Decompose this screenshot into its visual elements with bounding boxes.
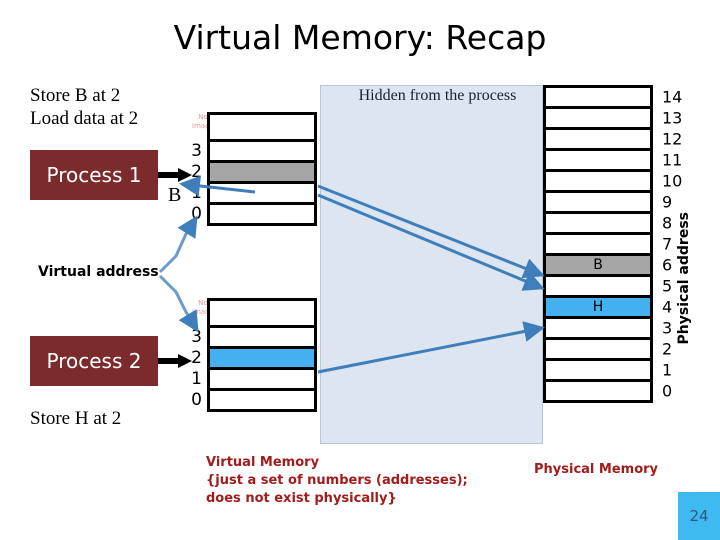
- vm-cell-index: 0: [191, 390, 202, 410]
- pm-cell-index: 4: [662, 297, 673, 317]
- pm-cell-value: B: [593, 257, 603, 273]
- virtual-memory-process-1: 3 2 1 0: [191, 112, 317, 226]
- instruction-load-data: Load data at 2: [30, 108, 139, 129]
- hidden-region-panel: [320, 85, 543, 444]
- instruction-store-b: Store B at 2: [30, 85, 121, 106]
- physical-memory-stack: 14 13 12 11 10 9 8 7 B 6 5 H 4 3 2 1 0: [543, 85, 682, 403]
- page-number-badge: 24: [678, 492, 720, 540]
- pm-cell-index: 1: [662, 360, 673, 380]
- vm-cell: 0: [191, 388, 317, 412]
- pm-cell-index: 9: [662, 192, 673, 212]
- pm-cell-index: 11: [662, 150, 683, 170]
- pm-cell-index: 8: [662, 213, 673, 233]
- process-2-box: Process 2: [30, 336, 158, 386]
- process-2-arrow-icon: [158, 354, 192, 368]
- vm-cell-index: 2: [191, 162, 202, 182]
- pm-cell-index: 5: [662, 276, 673, 296]
- instruction-store-h: Store H at 2: [30, 408, 122, 429]
- vm-cell-index: 0: [191, 204, 202, 224]
- slide-canvas: Virtual Memory: Recap Hidden from the pr…: [0, 0, 720, 540]
- virtual-address-pointer-up: [158, 215, 198, 274]
- virtual-address-label: Virtual address: [38, 264, 159, 280]
- pm-cell-index: 14: [662, 87, 683, 107]
- vm-cell: [207, 112, 317, 142]
- process-1-arrow-icon: [158, 168, 192, 182]
- pm-cell-index: 2: [662, 339, 673, 359]
- vm-cell-index: 1: [191, 369, 202, 389]
- vm-cell: [207, 298, 317, 328]
- pm-cell-index: 6: [662, 255, 673, 275]
- page-title: Virtual Memory: Recap: [173, 18, 547, 57]
- pm-cell-index: 0: [662, 381, 673, 401]
- physical-address-label: Physical address: [676, 212, 692, 345]
- vm-cell-index: 1: [191, 183, 202, 203]
- caption-physical-memory: Physical Memory: [534, 462, 659, 477]
- pm-cell-index: 7: [662, 234, 673, 254]
- virtual-memory-process-2: 3 2 1 0: [191, 298, 317, 412]
- hidden-region-label: Hidden from the process: [358, 87, 517, 104]
- b-annotation-label: B: [168, 184, 182, 206]
- vm-cell-index: 3: [191, 141, 202, 161]
- pm-cell-index: 12: [662, 129, 683, 149]
- caption-virtual-memory: Virtual Memory {just a set of numbers (a…: [206, 455, 468, 506]
- pm-cell-index: 13: [662, 108, 683, 128]
- pm-cell-value: H: [592, 299, 604, 315]
- vm-cell-index: 3: [191, 327, 202, 347]
- pm-cell-index: 3: [662, 318, 673, 338]
- process-1-box: Process 1: [30, 150, 158, 200]
- pm-cell-index: 10: [662, 171, 683, 191]
- vm-cell-index: 2: [191, 348, 202, 368]
- vm-cell: 0: [191, 202, 317, 226]
- pm-cell: 0: [543, 379, 672, 403]
